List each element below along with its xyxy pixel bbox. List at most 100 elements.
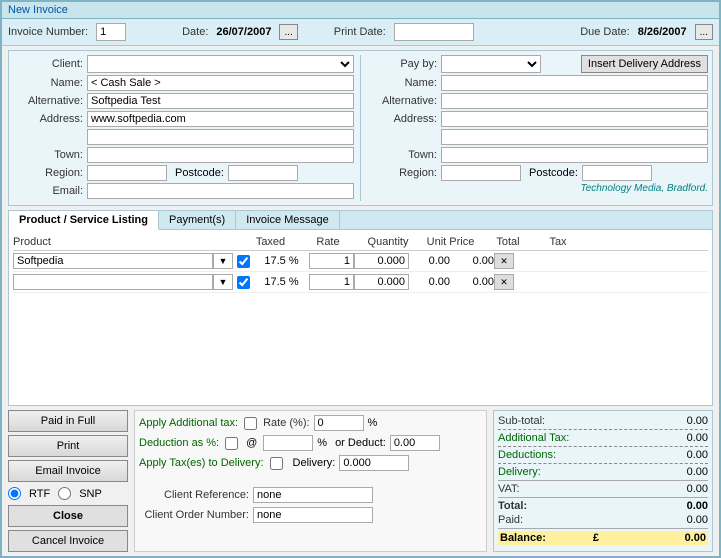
unit-price-input-2[interactable] xyxy=(354,274,409,290)
product-dropdown-2[interactable]: ▼ xyxy=(213,274,233,290)
postcode-label-right: Postcode: xyxy=(529,167,578,179)
quantity-input-2[interactable] xyxy=(309,274,354,290)
apply-tax-delivery-label: Apply Tax(es) to Delivery: xyxy=(139,457,264,469)
separator-3 xyxy=(498,463,708,464)
deduction-label: Deduction as %: xyxy=(139,437,219,449)
payby-dropdown[interactable] xyxy=(441,55,541,73)
client-dropdown[interactable] xyxy=(87,55,354,73)
table-row: ▼ 17.5 % 0.00 0.00 ✕ xyxy=(13,272,708,293)
deduction-row: Deduction as %: @ % or Deduct: xyxy=(139,435,482,451)
product-input-2[interactable] xyxy=(13,274,213,290)
rtf-radio[interactable] xyxy=(8,487,21,500)
vat-label: VAT: xyxy=(498,483,520,495)
alternative-input-right[interactable] xyxy=(441,93,708,109)
totals-panel: Sub-total: 0.00 Additional Tax: 0.00 Ded… xyxy=(493,410,713,552)
sub-total-label: Sub-total: xyxy=(498,415,545,427)
client-ref-input[interactable] xyxy=(253,487,373,503)
quantity-input-1[interactable] xyxy=(309,253,354,269)
deduction-pct-input[interactable] xyxy=(263,435,313,451)
name-label-left: Name: xyxy=(13,77,83,89)
client-order-label: Client Order Number: xyxy=(139,509,249,521)
payby-row: Pay by: Insert Delivery Address xyxy=(367,55,708,73)
address-label-right: Address: xyxy=(367,113,437,125)
taxed-checkbox-2[interactable] xyxy=(237,276,250,289)
postcode-input-right[interactable] xyxy=(582,165,652,181)
additional-options-form: Apply Additional tax: Rate (%): % Deduct… xyxy=(134,410,487,552)
paid-in-full-button[interactable]: Paid in Full xyxy=(8,410,128,432)
delivery-input[interactable] xyxy=(339,455,409,471)
sub-total-row: Sub-total: 0.00 xyxy=(498,415,708,427)
header-taxed: Taxed xyxy=(243,236,298,248)
rate-value-1: 17.5 % xyxy=(254,255,309,267)
alternative-row-right: Alternative: xyxy=(367,93,708,109)
address-input2-right[interactable] xyxy=(441,129,708,145)
town-input-left[interactable] xyxy=(87,147,354,163)
alternative-label-left: Alternative: xyxy=(13,95,83,107)
tab-product-service[interactable]: Product / Service Listing xyxy=(9,211,159,230)
table-row: ▼ 17.5 % 0.00 0.00 ✕ xyxy=(13,251,708,272)
client-left: Client: Name: Alternative: Address: xyxy=(13,55,354,201)
region-label-left: Region: xyxy=(13,167,83,179)
client-order-input[interactable] xyxy=(253,507,373,523)
header-quantity: Quantity xyxy=(358,236,418,248)
email-invoice-button[interactable]: Email Invoice xyxy=(8,460,128,482)
taxed-checkbox-1[interactable] xyxy=(237,255,250,268)
deductions-row: Deductions: 0.00 xyxy=(498,449,708,461)
deduction-checkbox[interactable] xyxy=(225,437,238,450)
delete-row-btn-2[interactable]: ✕ xyxy=(494,274,514,290)
header-rate: Rate xyxy=(298,236,358,248)
rate-pct-input[interactable] xyxy=(314,415,364,431)
at-label: @ xyxy=(246,437,257,449)
insert-delivery-btn[interactable]: Insert Delivery Address xyxy=(581,55,708,73)
apply-tax-delivery-row: Apply Tax(es) to Delivery: Delivery: xyxy=(139,455,482,471)
balance-label: Balance: xyxy=(500,532,546,544)
balance-value: 0.00 xyxy=(646,532,706,544)
payby-label: Pay by: xyxy=(367,58,437,70)
address-input2-left[interactable] xyxy=(87,129,354,145)
date-picker-button[interactable]: ... xyxy=(279,24,297,40)
header-unit-price: Unit Price xyxy=(418,236,483,248)
window-title: New Invoice xyxy=(8,4,68,16)
separator-1 xyxy=(498,429,708,430)
main-content: Client: Name: Alternative: Address: xyxy=(2,46,719,556)
invoice-number-input[interactable] xyxy=(96,23,126,41)
print-button[interactable]: Print xyxy=(8,435,128,457)
email-input-left[interactable] xyxy=(87,183,354,199)
client-ref-label: Client Reference: xyxy=(139,489,249,501)
delete-row-btn-1[interactable]: ✕ xyxy=(494,253,514,269)
close-button[interactable]: Close xyxy=(8,505,128,527)
rate-pct-label: Rate (%): xyxy=(263,417,309,429)
apply-tax-delivery-checkbox[interactable] xyxy=(270,457,283,470)
balance-row: Balance: £ 0.00 xyxy=(498,531,708,545)
unit-price-input-1[interactable] xyxy=(354,253,409,269)
town-row-right: Town: xyxy=(367,147,708,163)
snp-radio[interactable] xyxy=(58,487,71,500)
or-deduct-input[interactable] xyxy=(390,435,440,451)
name-input-left[interactable] xyxy=(87,75,354,91)
tax-value-2: 0.00 xyxy=(454,276,494,288)
address-label-left: Address: xyxy=(13,113,83,125)
town-input-right[interactable] xyxy=(441,147,708,163)
due-date-picker-button[interactable]: ... xyxy=(695,24,713,40)
address-input-left[interactable] xyxy=(87,111,354,127)
format-radio-row: RTF SNP xyxy=(8,485,128,502)
product-dropdown-1[interactable]: ▼ xyxy=(213,253,233,269)
name-input-right[interactable] xyxy=(441,75,708,91)
date-value: 26/07/2007 xyxy=(216,26,271,38)
address-input-right[interactable] xyxy=(441,111,708,127)
vat-value: 0.00 xyxy=(648,483,708,495)
region-input-left[interactable] xyxy=(87,165,167,181)
product-input-1[interactable] xyxy=(13,253,213,269)
cancel-invoice-button[interactable]: Cancel Invoice xyxy=(8,530,128,552)
tab-payments[interactable]: Payment(s) xyxy=(159,211,236,229)
print-date-input[interactable] xyxy=(394,23,474,41)
invoice-number-label: Invoice Number: xyxy=(8,26,88,38)
additional-tax-checkbox[interactable] xyxy=(244,417,257,430)
region-input-right[interactable] xyxy=(441,165,521,181)
alternative-input-left[interactable] xyxy=(87,93,354,109)
product-table: Product Taxed Rate Quantity Unit Price T… xyxy=(9,230,712,405)
postcode-input-left[interactable] xyxy=(228,165,298,181)
tab-invoice-message[interactable]: Invoice Message xyxy=(236,211,340,229)
rate-value-2: 17.5 % xyxy=(254,276,309,288)
total-row: Total: 0.00 xyxy=(498,500,708,512)
